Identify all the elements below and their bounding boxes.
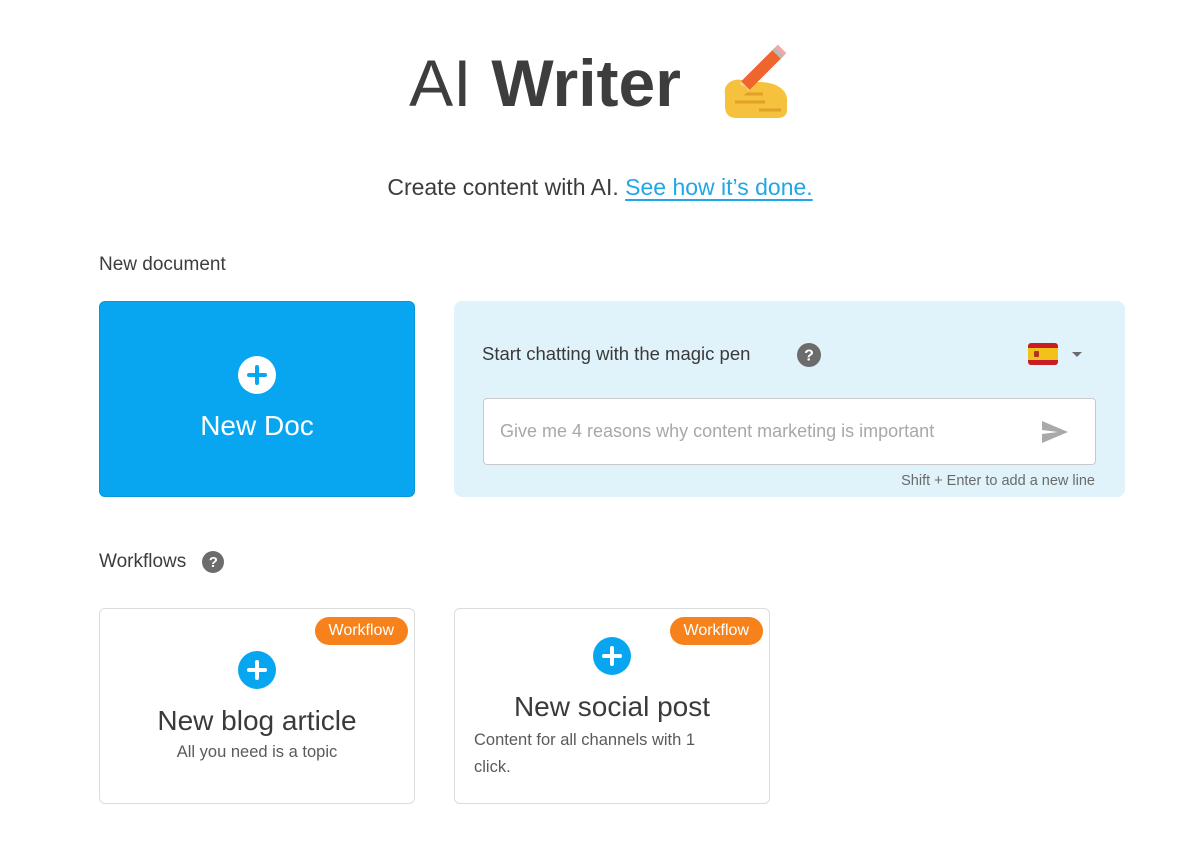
language-dropdown-caret-icon[interactable] <box>1072 352 1082 357</box>
chat-title: Start chatting with the magic pen <box>482 343 751 364</box>
question-circle-icon[interactable]: ? <box>202 551 225 573</box>
subtitle: Create content with AI. See how it’s don… <box>0 174 1200 201</box>
page-header: AI Writer <box>0 44 1200 122</box>
card-title: New blog article <box>157 705 357 736</box>
magic-pen-chat-panel: Start chatting with the magic pen ? Shif… <box>454 301 1125 497</box>
new-social-post-card[interactable]: Workflow New social post Content for all… <box>454 608 770 804</box>
send-icon[interactable] <box>1040 419 1070 445</box>
question-circle-icon[interactable]: ? <box>797 343 821 367</box>
new-blog-article-card[interactable]: Workflow New blog article All you need i… <box>99 608 415 804</box>
workflows-heading: Workflows ? <box>99 551 225 573</box>
plus-circle-icon <box>593 637 631 675</box>
workflow-badge: Workflow <box>314 617 408 645</box>
chat-input[interactable] <box>484 399 1034 464</box>
ai-writer-page: AI Writer Create content with AI. See ho… <box>0 0 1200 843</box>
chat-hint: Shift + Enter to add a new line <box>901 473 1095 489</box>
card-description: Content for all channels with 1 click. <box>474 731 696 776</box>
page-title-bold: Writer <box>491 46 681 120</box>
workflow-badge: Workflow <box>669 617 763 645</box>
subtitle-text: Create content with AI. <box>387 174 619 200</box>
plus-circle-icon <box>238 651 276 689</box>
card-title: New social post <box>513 691 711 722</box>
page-title-light: AI <box>409 46 472 120</box>
new-doc-button[interactable]: New Doc <box>99 301 415 497</box>
plus-circle-icon <box>238 356 276 394</box>
see-how-link[interactable]: See how it’s done. <box>625 174 813 200</box>
chat-input-box <box>483 398 1096 465</box>
spain-flag-icon[interactable] <box>1028 343 1058 365</box>
card-description: All you need is a topic <box>176 743 338 761</box>
svg-text:?: ? <box>804 348 814 365</box>
new-doc-label: New Doc <box>200 410 314 441</box>
new-document-heading: New document <box>99 254 226 275</box>
workflows-label: Workflows <box>99 551 187 572</box>
writing-hand-icon <box>711 44 791 122</box>
